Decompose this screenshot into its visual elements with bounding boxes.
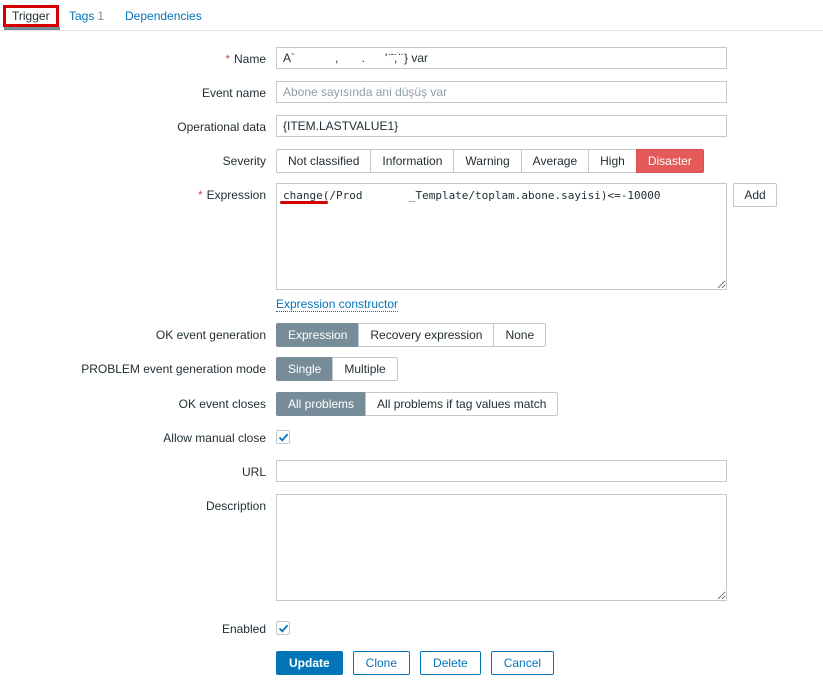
name-input[interactable] [276, 47, 727, 69]
tab-tags-label: Tags [69, 9, 95, 23]
expression-textarea[interactable]: change(/Prod _Template/toplam.abone.sayi… [276, 183, 727, 290]
severity-selector: Not classified Information Warning Avera… [276, 149, 704, 173]
ok-event-closes-selector: All problems All problems if tag values … [276, 392, 559, 416]
operational-data-input[interactable] [276, 115, 727, 137]
problem-event-mode-label: PROBLEM event generation mode [81, 362, 266, 376]
tab-bar: Trigger Tags 1 Dependencies [0, 0, 823, 31]
ok-event-generation-selector: Expression Recovery expression None [276, 323, 547, 347]
expression-constructor-link[interactable]: Expression constructor [276, 297, 399, 312]
allow-manual-close-label: Allow manual close [163, 431, 266, 445]
ok-closes-tag-match[interactable]: All problems if tag values match [365, 392, 559, 416]
severity-high[interactable]: High [588, 149, 637, 173]
name-label: * Name [225, 52, 266, 66]
ok-event-generation-label: OK event generation [155, 328, 266, 342]
tab-dependencies[interactable]: Dependencies [125, 9, 202, 23]
severity-label: Severity [222, 154, 266, 168]
event-name-label: Event name [201, 86, 266, 100]
expression-label-text: Expression [206, 188, 266, 202]
ok-gen-expression[interactable]: Expression [276, 323, 360, 347]
clone-button[interactable]: Clone [352, 651, 411, 675]
checkmark-icon [278, 624, 289, 633]
tab-tags[interactable]: Tags 1 [69, 9, 104, 23]
form-actions: Update Clone Delete Cancel [276, 651, 564, 675]
delete-button[interactable]: Delete [420, 651, 481, 675]
enabled-checkbox[interactable] [276, 621, 290, 635]
severity-warning[interactable]: Warning [453, 149, 522, 173]
allow-manual-close-checkbox[interactable] [276, 430, 290, 444]
ok-event-closes-label: OK event closes [178, 397, 266, 411]
event-name-input[interactable] [276, 81, 727, 103]
severity-information[interactable]: Information [370, 149, 455, 173]
name-label-text: Name [233, 52, 266, 66]
description-label: Description [205, 499, 266, 513]
description-textarea[interactable] [276, 494, 727, 601]
cancel-button[interactable]: Cancel [490, 651, 555, 675]
operational-data-label: Operational data [177, 120, 266, 134]
annotation-underline [280, 201, 328, 204]
severity-average[interactable]: Average [520, 149, 590, 173]
problem-mode-single[interactable]: Single [276, 357, 334, 381]
ok-gen-recovery-expression[interactable]: Recovery expression [358, 323, 495, 347]
severity-disaster[interactable]: Disaster [635, 149, 704, 173]
ok-closes-all-problems[interactable]: All problems [276, 392, 367, 416]
tags-count-badge: 1 [97, 9, 105, 23]
add-expression-button[interactable]: Add [733, 183, 777, 207]
problem-event-mode-selector: Single Multiple [276, 357, 398, 381]
ok-gen-none[interactable]: None [493, 323, 547, 347]
required-marker: * [225, 52, 230, 66]
url-input[interactable] [276, 460, 727, 482]
update-button[interactable]: Update [276, 651, 343, 675]
url-label: URL [241, 465, 266, 479]
annotation-highlight-box [3, 5, 59, 27]
problem-mode-multiple[interactable]: Multiple [332, 357, 398, 381]
severity-not-classified[interactable]: Not classified [276, 149, 372, 173]
active-tab-indicator [4, 27, 60, 30]
checkmark-icon [278, 433, 289, 442]
enabled-label: Enabled [221, 622, 266, 636]
required-marker: * [197, 188, 203, 202]
expression-label: * Expression [198, 188, 266, 202]
